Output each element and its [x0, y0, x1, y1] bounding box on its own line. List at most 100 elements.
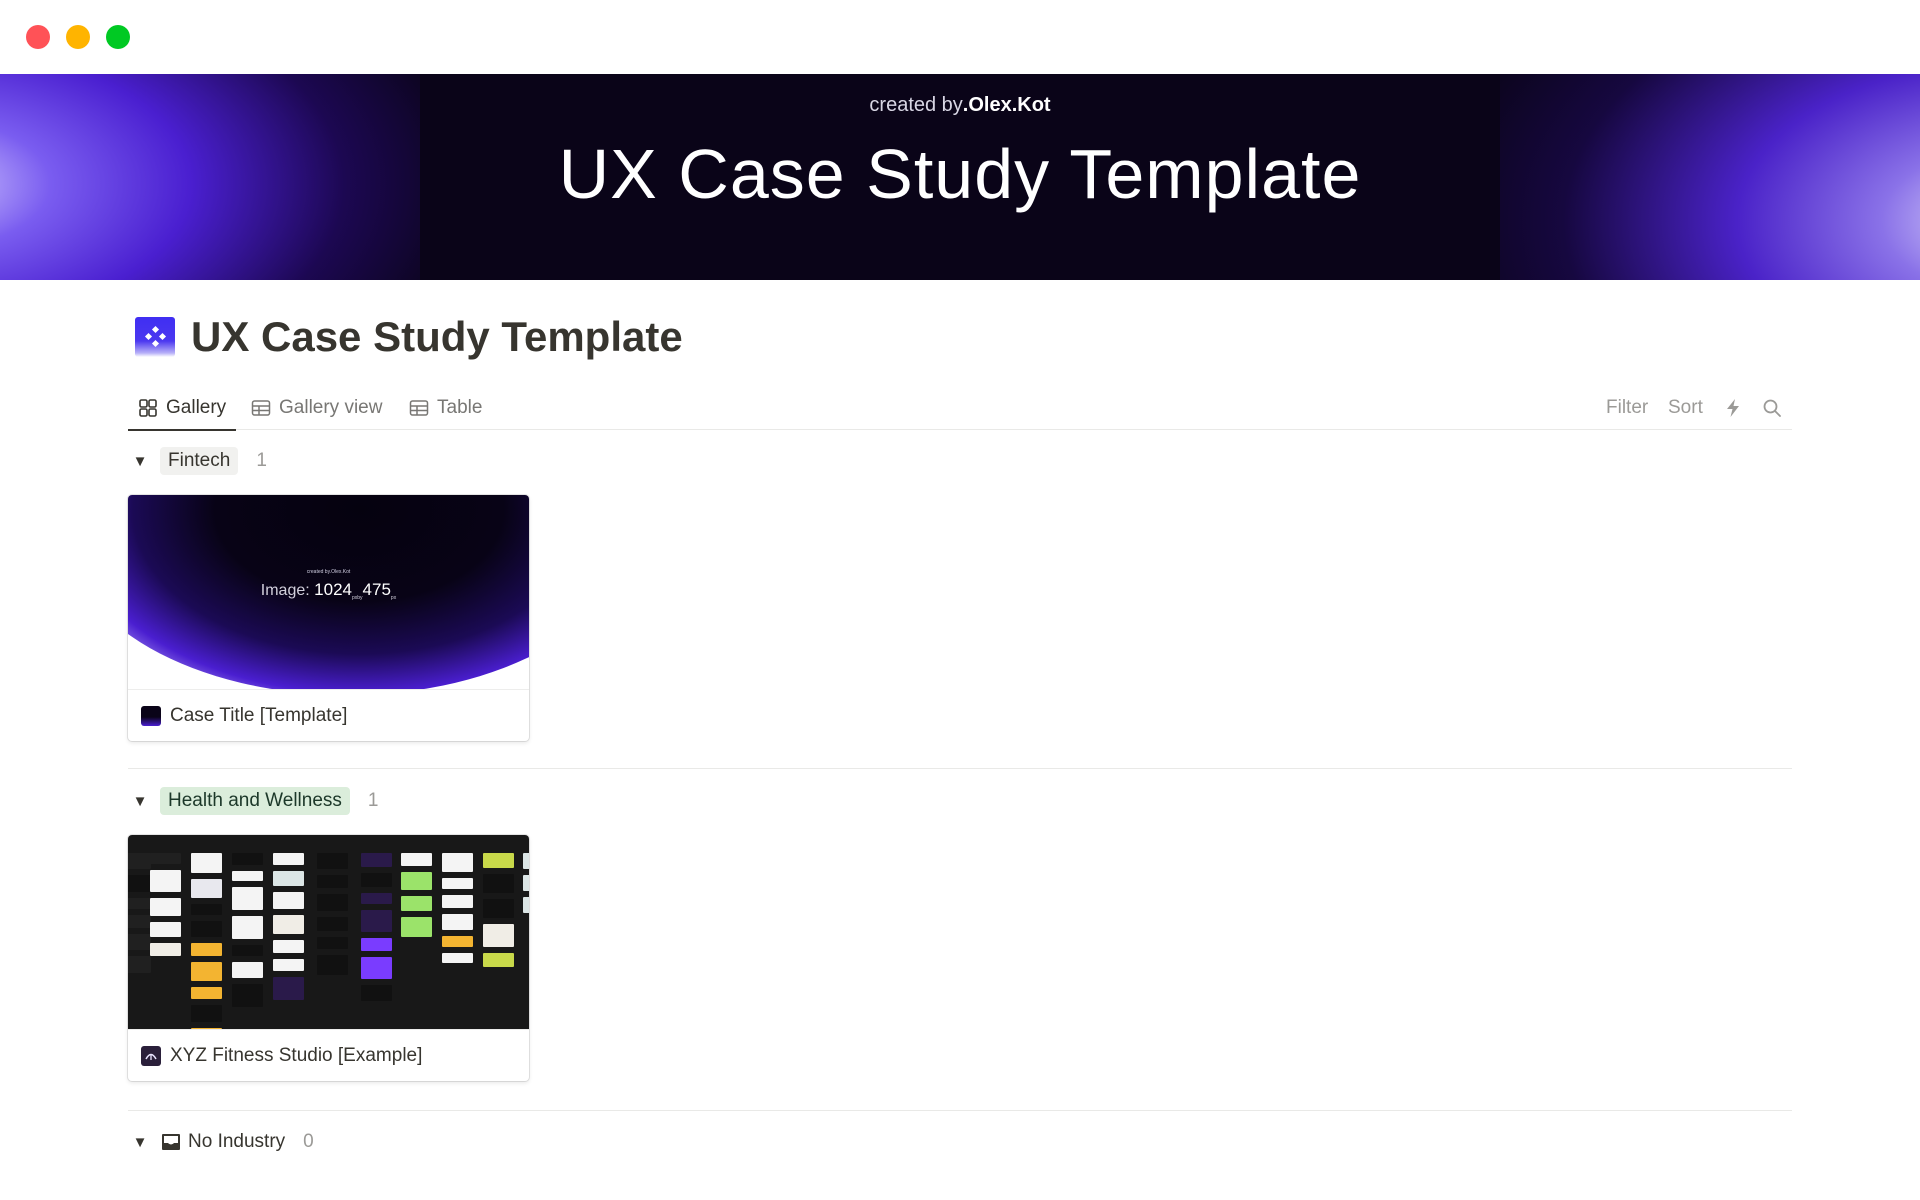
thumbnail-tile — [523, 897, 529, 913]
card-cover-image: created by.Olex.Kot Image: 1024pxby475px — [128, 495, 529, 689]
thumbnail-tile — [483, 899, 514, 918]
thumbnail-tile — [483, 953, 514, 967]
search-icon — [1763, 399, 1781, 417]
thumbnail-column — [442, 853, 473, 963]
thumbnail-tile — [273, 977, 304, 1000]
zoom-window-button[interactable] — [106, 25, 130, 49]
group-header-fintech: ▼ Fintech 1 — [128, 444, 267, 478]
thumbnail-column — [191, 853, 222, 1029]
thumbnail-tile — [191, 921, 222, 937]
group-header-health: ▼ Health and Wellness 1 — [128, 784, 379, 818]
thumbnail-tile — [361, 985, 392, 1001]
cover-title: UX Case Study Template — [558, 135, 1362, 213]
thumbnail-tile — [191, 1005, 222, 1022]
thumbnail-tile — [232, 853, 263, 865]
close-window-button[interactable] — [26, 25, 50, 49]
search-button[interactable] — [1762, 386, 1782, 430]
thumbnail-column — [128, 853, 151, 973]
thumbnail-tile — [483, 874, 514, 893]
collapse-caret-icon[interactable]: ▼ — [128, 793, 152, 810]
thumbnail-column — [317, 853, 348, 975]
thumbnail-tile — [361, 873, 392, 887]
cover-dim-width: 1024 — [314, 580, 352, 599]
thumbnail-column — [401, 853, 432, 937]
group-divider — [128, 768, 1792, 769]
page-title[interactable]: UX Case Study Template — [191, 313, 683, 361]
thumbnail-tile — [191, 904, 222, 915]
cover-credit-author: .Olex.Kot — [962, 94, 1051, 116]
thumbnail-tile — [128, 956, 151, 973]
cover-dim-prefix: Image: — [260, 582, 310, 599]
tab-gallery-view-label: Gallery view — [279, 397, 383, 418]
thumbnail-tile — [317, 917, 348, 931]
group-label[interactable]: No Industry — [188, 1131, 285, 1153]
thumbnail-tile — [128, 875, 151, 892]
fitness-logo-icon — [141, 1045, 161, 1066]
thumbnail-tile — [317, 875, 348, 888]
tab-table-label: Table — [437, 397, 483, 418]
thumbnail-tile — [128, 898, 151, 909]
tab-table[interactable]: Table — [409, 386, 482, 430]
cover-credit-prefix: created by — [869, 94, 963, 116]
cover-credit-text: created by.Olex.Kot — [306, 569, 351, 575]
sparkle-diamond-icon[interactable] — [135, 317, 175, 357]
thumbnail-tile — [273, 853, 304, 865]
group-count: 1 — [256, 450, 267, 471]
thumbnail-column — [361, 853, 392, 1001]
thumbnail-tile — [483, 924, 514, 947]
tab-gallery-view[interactable]: Gallery view — [251, 386, 382, 430]
thumbnail-tile — [361, 910, 392, 932]
page-header: UX Case Study Template — [135, 313, 683, 361]
lightning-icon — [1727, 399, 1739, 417]
thumbnail-tile — [442, 895, 473, 908]
thumbnail-tile — [150, 853, 181, 864]
thumbnail-tile — [273, 915, 304, 934]
thumbnail-tile — [128, 934, 151, 950]
thumbnail-tile — [128, 915, 151, 928]
thumbnail-tile — [232, 871, 263, 881]
thumbnail-tile — [150, 943, 181, 956]
sort-button[interactable]: Sort — [1668, 386, 1703, 430]
thumbnail-tile — [361, 938, 392, 951]
group-count: 0 — [303, 1131, 314, 1152]
thumbnail-tile — [361, 853, 392, 867]
gallery-grid-icon — [139, 399, 157, 417]
filter-button[interactable]: Filter — [1606, 386, 1648, 430]
thumbnail-tile — [361, 957, 392, 979]
tab-gallery[interactable]: Gallery — [128, 386, 237, 431]
page-cover-banner: created by.Olex.Kot UX Case Study Templa… — [0, 74, 1920, 280]
thumbnail-tile — [191, 1028, 222, 1029]
group-label[interactable]: Fintech — [160, 447, 239, 475]
card-caption: Case Title [Template] — [128, 689, 529, 741]
thumbnail-tile — [442, 914, 473, 930]
collapse-caret-icon[interactable]: ▼ — [128, 453, 152, 470]
thumbnail-tile — [317, 937, 348, 949]
group-count: 1 — [367, 790, 379, 811]
automation-button[interactable] — [1724, 386, 1742, 430]
cover-credit: created by.Olex.Kot — [0, 94, 1920, 117]
thumbnail-tile — [191, 879, 222, 898]
thumbnail-tile — [150, 870, 181, 892]
thumbnail-tile — [273, 940, 304, 953]
group-header-no-industry: ▼ No Industry 0 — [128, 1125, 314, 1159]
thumbnail-tile — [317, 894, 348, 911]
group-label[interactable]: Health and Wellness — [160, 787, 350, 815]
card-caption: XYZ Fitness Studio [Example] — [128, 1029, 529, 1081]
thumbnail-tile — [401, 872, 432, 890]
thumbnail-tile — [523, 875, 529, 891]
view-tabs: Gallery Gallery view Table Filter Sort — [128, 386, 1792, 431]
thumbnail-tile — [317, 853, 348, 869]
thumbnail-tile — [401, 896, 432, 911]
thumbnail-tile — [317, 955, 348, 975]
cover-dim-unit: px — [390, 595, 397, 602]
thumbnail-tile — [442, 936, 473, 947]
thumbnail-tile — [128, 853, 151, 869]
thumbnail-tile — [442, 878, 473, 889]
thumbnail-column — [523, 853, 529, 913]
thumbnail-column — [273, 853, 304, 1000]
collapse-caret-icon[interactable]: ▼ — [128, 1134, 152, 1151]
minimize-window-button[interactable] — [66, 25, 90, 49]
gallery-card[interactable]: created by.Olex.Kot Image: 1024pxby475px… — [128, 495, 529, 741]
thumbnail-tile — [150, 898, 181, 916]
gallery-card[interactable]: XYZ Fitness Studio [Example] — [128, 835, 529, 1081]
